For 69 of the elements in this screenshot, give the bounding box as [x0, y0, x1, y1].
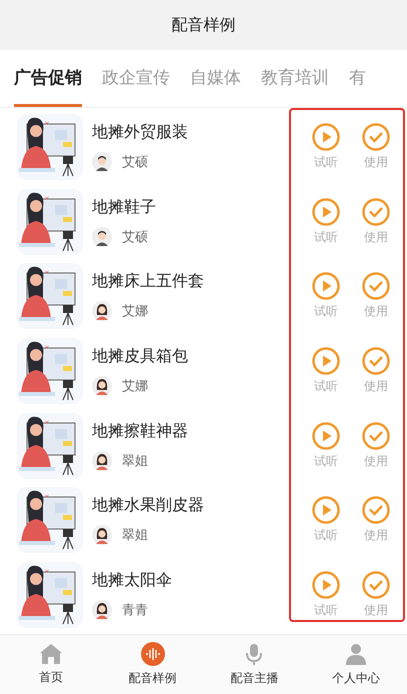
check-icon	[362, 198, 390, 226]
play-icon	[312, 422, 340, 450]
listen-button[interactable]: 试听	[312, 570, 340, 619]
presenter-illustration	[15, 560, 85, 630]
sample-title: 地摊擦鞋神器	[92, 420, 189, 442]
presenter-illustration	[15, 485, 85, 556]
check-icon	[362, 570, 390, 599]
check-icon	[362, 347, 390, 376]
listen-button[interactable]: 试听	[312, 422, 340, 470]
nav-tab[interactable]: 配音主播	[204, 635, 306, 694]
category-tab[interactable]: 自媒体	[190, 50, 241, 107]
sound-wave-icon	[140, 642, 165, 666]
speaker-name: 翠姐	[122, 452, 148, 470]
page-title: 配音样例	[172, 14, 236, 36]
avatar-icon	[92, 226, 112, 247]
check-icon	[362, 123, 390, 152]
avatar-icon	[92, 376, 112, 396]
listen-button[interactable]: 试听	[312, 272, 340, 320]
listen-button[interactable]: 试听	[312, 123, 340, 172]
listen-button[interactable]: 试听	[312, 198, 340, 246]
nav-tab[interactable]: 首页	[0, 635, 102, 694]
avatar-icon	[92, 450, 112, 471]
sample-title: 地摊皮具箱包	[92, 346, 189, 368]
speaker-name: 艾娜	[122, 303, 148, 320]
avatar-icon	[92, 152, 112, 172]
play-icon	[312, 123, 340, 152]
user-icon	[344, 642, 368, 666]
speaker-name: 艾硕	[122, 228, 148, 246]
category-tab[interactable]: 有	[349, 50, 366, 107]
presenter-illustration	[15, 186, 85, 257]
use-button[interactable]: 使用	[362, 272, 390, 320]
listen-button[interactable]: 试听	[312, 496, 340, 544]
check-icon	[362, 422, 390, 450]
use-button[interactable]: 使用	[362, 123, 390, 172]
presenter-illustration	[15, 261, 85, 332]
sample-title: 地摊外贸服装	[92, 122, 189, 144]
sample-title: 地摊太阳伞	[92, 570, 173, 591]
use-button[interactable]: 使用	[362, 347, 390, 396]
home-icon	[38, 643, 63, 665]
play-icon	[312, 198, 340, 226]
speaker-name: 艾硕	[122, 154, 148, 172]
play-icon	[312, 272, 340, 300]
play-icon	[312, 496, 340, 524]
use-button[interactable]: 使用	[362, 198, 390, 246]
nav-tab[interactable]: 个人中心	[305, 635, 407, 694]
avatar-icon	[92, 301, 112, 322]
use-button[interactable]: 使用	[362, 496, 390, 544]
sample-title: 地摊床上五件套	[92, 271, 205, 292]
sample-title: 地摊鞋子	[92, 196, 157, 218]
nav-tab[interactable]: 配音样例	[102, 635, 204, 694]
check-icon	[362, 272, 390, 300]
category-tab[interactable]: 教育培训	[261, 50, 329, 107]
speaker-name: 艾娜	[122, 378, 148, 396]
use-button[interactable]: 使用	[362, 422, 390, 470]
check-icon	[362, 496, 390, 524]
listen-button[interactable]: 试听	[312, 347, 340, 396]
use-button[interactable]: 使用	[362, 570, 390, 619]
presenter-illustration	[15, 410, 85, 481]
avatar-icon	[92, 525, 112, 546]
play-icon	[312, 347, 340, 376]
play-icon	[312, 570, 340, 599]
presenter-illustration	[15, 112, 85, 182]
presenter-illustration	[15, 336, 85, 406]
speaker-name: 青青	[122, 602, 148, 619]
category-tab[interactable]: 政企宣传	[102, 50, 170, 107]
avatar-icon	[92, 600, 112, 620]
sample-title: 地摊水果削皮器	[92, 495, 205, 516]
category-tab[interactable]: 广告促销	[14, 50, 82, 107]
speaker-name: 翠姐	[122, 527, 148, 544]
